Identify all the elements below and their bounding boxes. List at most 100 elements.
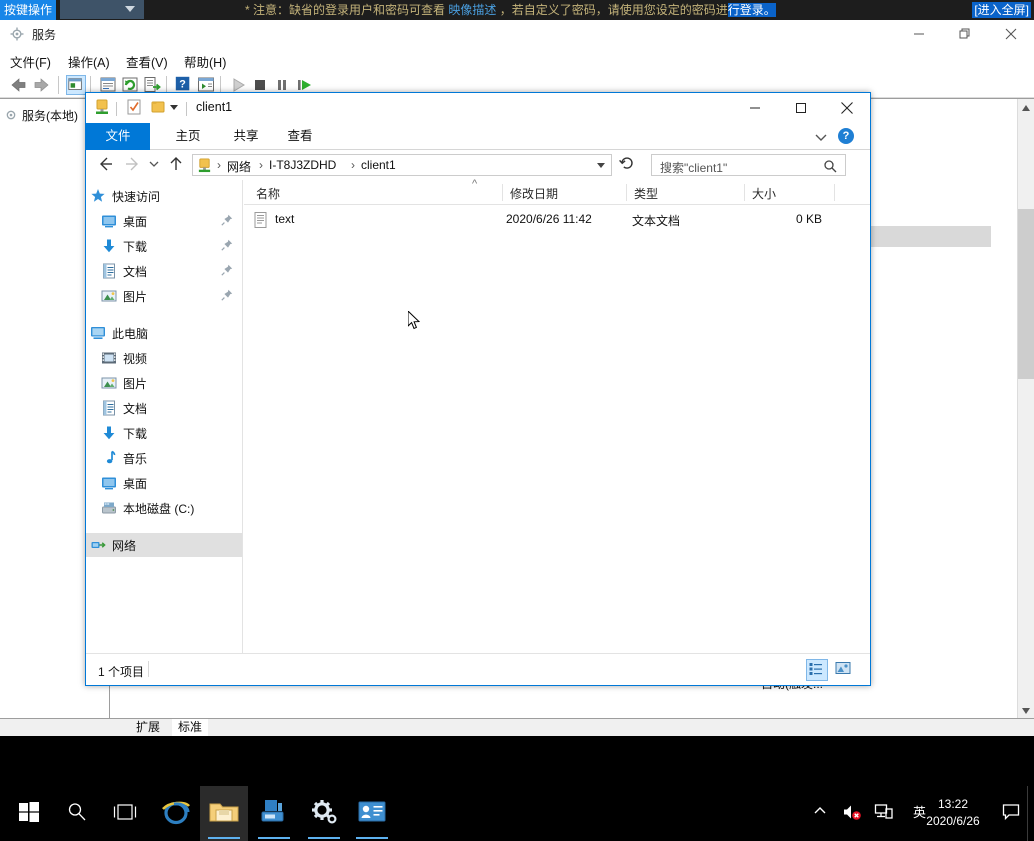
scrollbar-thumb[interactable]: [1018, 209, 1034, 379]
tree-node-services-local[interactable]: 服务(本地): [4, 107, 78, 124]
file-explorer-button[interactable]: [200, 786, 248, 841]
mouse-cursor: [408, 311, 420, 330]
explorer-minimize-button[interactable]: [732, 93, 778, 123]
properties-checkbox-icon[interactable]: [126, 99, 142, 115]
refresh-button[interactable]: [618, 154, 640, 176]
breadcrumb-share[interactable]: client1: [361, 158, 396, 172]
item-count: 1 个项目: [98, 663, 144, 680]
nav-item-桌面[interactable]: 桌面: [86, 209, 243, 233]
key-action-label: 按键操作: [0, 0, 56, 20]
menu-view[interactable]: 查看(V): [126, 52, 168, 71]
chevron-down-icon[interactable]: [597, 163, 605, 168]
nav-item-label: 文档: [123, 400, 147, 417]
network-icon[interactable]: [874, 803, 894, 821]
nav-item-本地磁盘c[interactable]: 本地磁盘 (C:): [86, 496, 243, 520]
tab-standard[interactable]: 标准: [172, 719, 208, 736]
nav-item-文档[interactable]: 文档: [86, 259, 243, 283]
tab-share[interactable]: 共享: [220, 123, 272, 150]
internet-explorer-button[interactable]: [152, 786, 200, 841]
back-button[interactable]: [96, 154, 118, 176]
column-modified[interactable]: 修改日期: [510, 185, 558, 202]
menu-file[interactable]: 文件(F): [10, 52, 51, 71]
nav-item-快速访问[interactable]: 快速访问: [86, 184, 243, 208]
nav-item-此电脑[interactable]: 此电脑: [86, 321, 243, 345]
search-placeholder: 搜索"client1": [660, 159, 727, 176]
scroll-up-button[interactable]: [1018, 99, 1034, 116]
breadcrumb[interactable]: › 网络 › I-T8J3ZDHD › client1: [192, 154, 612, 176]
show-hide-tree-icon[interactable]: [66, 75, 86, 95]
column-name[interactable]: 名称: [256, 185, 280, 202]
nav-item-桌面[interactable]: 桌面: [86, 471, 243, 495]
server-manager-button[interactable]: [250, 786, 298, 841]
tab-file[interactable]: 文件: [86, 123, 150, 150]
show-hidden-icons-button[interactable]: [812, 803, 828, 819]
breadcrumb-network[interactable]: 网络: [227, 158, 251, 175]
nav-item-图片[interactable]: 图片: [86, 284, 243, 308]
up-button[interactable]: [166, 154, 188, 176]
nav-item-音乐[interactable]: 音乐: [86, 446, 243, 470]
details-view-button[interactable]: [806, 659, 828, 681]
tab-view[interactable]: 查看: [274, 123, 326, 150]
help-icon[interactable]: ?: [838, 128, 854, 144]
image-description-link[interactable]: 映像描述: [448, 3, 496, 17]
column-size[interactable]: 大小: [752, 185, 776, 202]
forward-arrow-icon[interactable]: [32, 75, 52, 95]
services-minimize-button[interactable]: [896, 20, 942, 48]
pin-icon[interactable]: [221, 214, 233, 226]
nav-item-视频[interactable]: 视频: [86, 346, 243, 370]
table-row[interactable]: text 2020/6/26 11:42 文本文档 0 KB: [244, 209, 870, 231]
nav-item-label: 视频: [123, 350, 147, 367]
file-list[interactable]: text 2020/6/26 11:42 文本文档 0 KB: [244, 205, 870, 653]
nav-item-下载[interactable]: 下载: [86, 421, 243, 445]
tab-extended[interactable]: 扩展: [130, 719, 166, 736]
back-arrow-icon[interactable]: [8, 75, 28, 95]
volume-muted-icon[interactable]: [842, 803, 862, 821]
remote-desktop-button[interactable]: [348, 786, 396, 841]
services-title-text: 服务: [32, 26, 56, 43]
pin-icon[interactable]: [221, 239, 233, 251]
scroll-down-button[interactable]: [1018, 702, 1034, 719]
enter-fullscreen-button[interactable]: [进入全屏]: [972, 2, 1031, 18]
network-folder-icon[interactable]: [94, 99, 110, 115]
notifications-icon[interactable]: [1002, 803, 1020, 821]
explorer-titlebar[interactable]: client1: [86, 93, 870, 123]
services-scrollbar[interactable]: [1017, 99, 1034, 719]
show-desktop-button[interactable]: [1027, 786, 1034, 841]
breadcrumb-host[interactable]: I-T8J3ZDHD: [269, 158, 336, 172]
nav-item-文档[interactable]: 文档: [86, 396, 243, 420]
pin-icon[interactable]: [221, 264, 233, 276]
menu-help[interactable]: 帮助(H): [184, 52, 226, 71]
pin-icon[interactable]: [221, 289, 233, 301]
services-close-button[interactable]: [988, 20, 1034, 48]
explorer-close-button[interactable]: [824, 93, 870, 123]
desktop-screen: 按键操作 * 注意：缺省的登录用户和密码可查看 映像描述 ，若自定义了密码，请使…: [0, 0, 1034, 841]
nav-item-label: 图片: [123, 375, 147, 392]
recent-locations-button[interactable]: [144, 154, 166, 176]
large-icons-view-button[interactable]: [834, 659, 856, 681]
new-folder-icon[interactable]: [150, 99, 166, 115]
nav-item-网络[interactable]: 网络: [86, 533, 243, 557]
network-icon: [90, 537, 106, 553]
nav-item-图片[interactable]: 图片: [86, 371, 243, 395]
key-action-dropdown[interactable]: [60, 0, 144, 19]
search-input[interactable]: 搜索"client1": [651, 154, 846, 176]
services-menubar: 文件(F) 操作(A) 查看(V) 帮助(H): [0, 48, 1034, 72]
explorer-maximize-button[interactable]: [778, 93, 824, 123]
videos-icon: [101, 350, 117, 366]
nav-item-下载[interactable]: 下载: [86, 234, 243, 258]
services-restore-button[interactable]: [942, 20, 988, 48]
task-view-button[interactable]: [101, 786, 149, 841]
search-button[interactable]: [53, 786, 101, 841]
menu-action[interactable]: 操作(A): [68, 52, 110, 71]
chevron-down-icon[interactable]: [170, 105, 178, 110]
column-type[interactable]: 类型: [634, 185, 658, 202]
explorer-title-text: client1: [196, 100, 232, 114]
pc-icon: [90, 325, 106, 341]
tab-home[interactable]: 主页: [162, 123, 214, 150]
services-button[interactable]: [300, 786, 348, 841]
internet-explorer-icon: [161, 798, 191, 826]
clock[interactable]: 13:22 2020/6/26: [918, 796, 988, 830]
navigation-pane[interactable]: 快速访问桌面下载文档图片此电脑视频图片文档下载音乐桌面本地磁盘 (C:)网络: [86, 180, 243, 653]
start-button[interactable]: [5, 786, 53, 841]
chevron-down-icon[interactable]: [814, 130, 828, 144]
